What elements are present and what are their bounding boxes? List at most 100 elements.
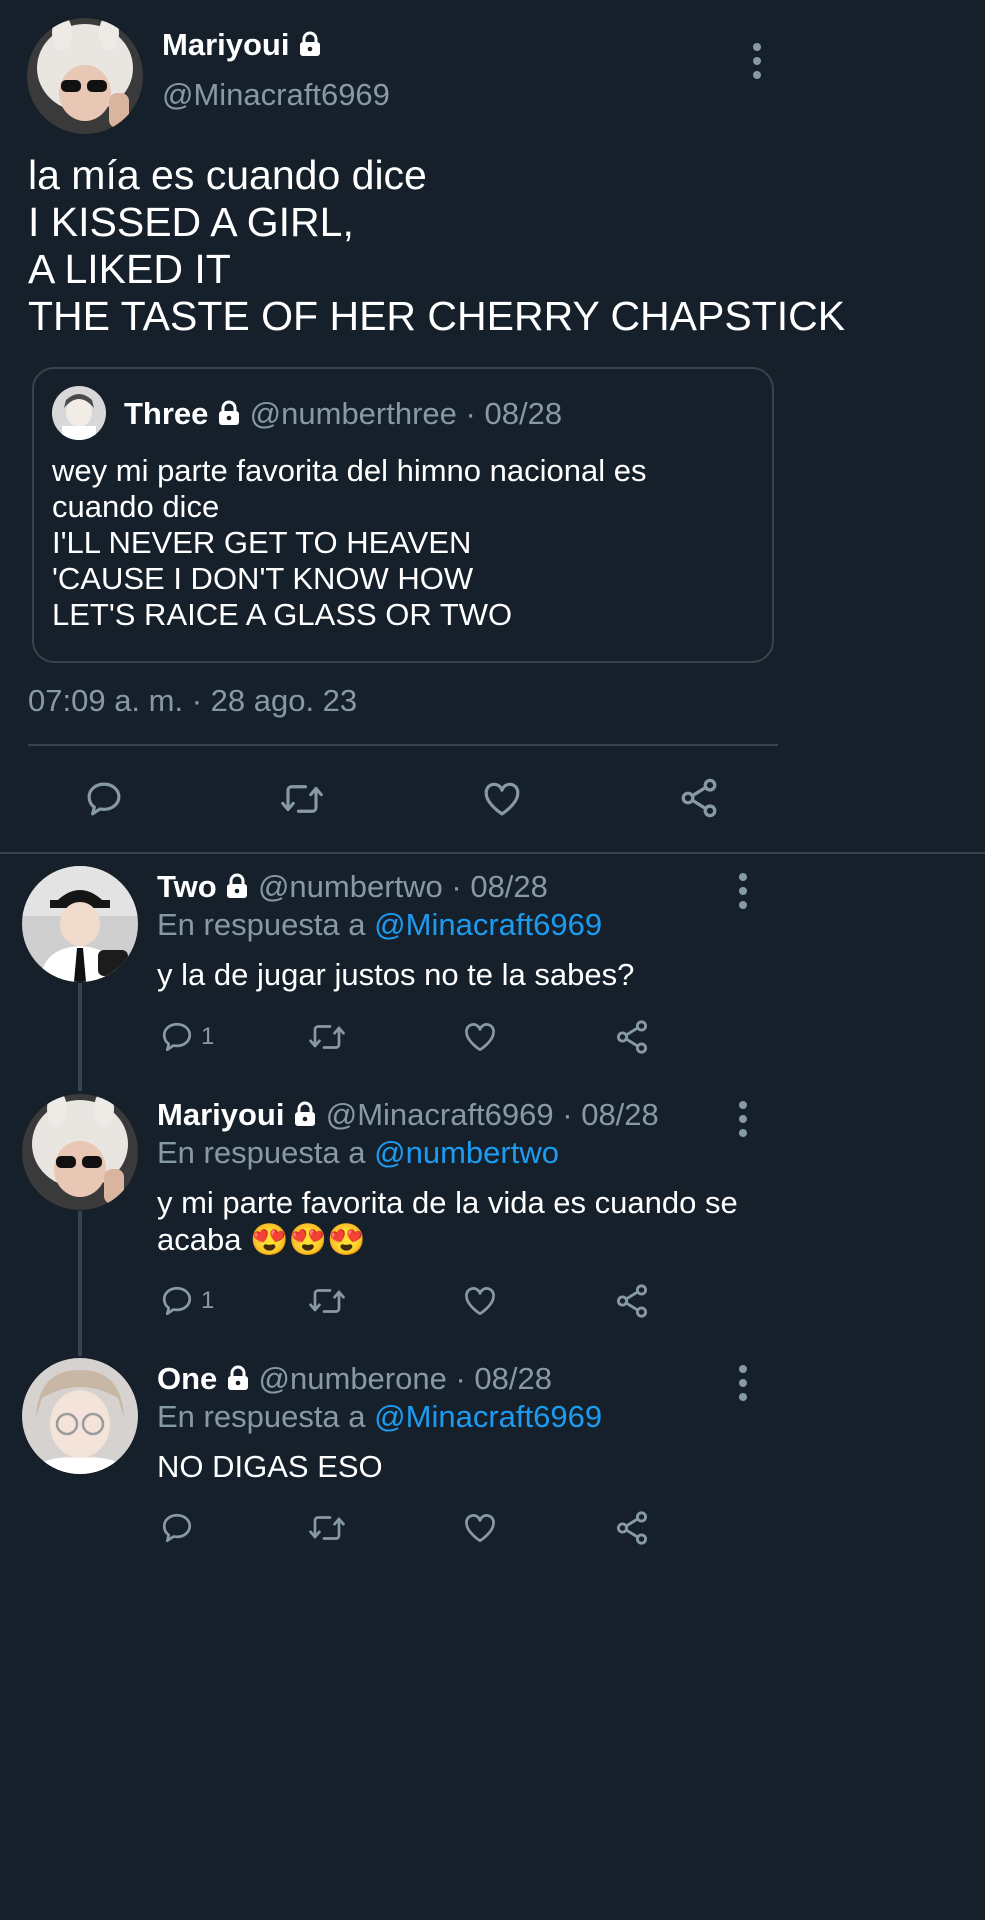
date[interactable]: · 08/28 (455, 1361, 552, 1396)
like-button[interactable] (481, 778, 523, 820)
share-icon (616, 1284, 648, 1318)
display-name[interactable]: One (157, 1361, 217, 1396)
quoted-text-line: I'LL NEVER GET TO HEAVEN (52, 525, 472, 560)
avatar[interactable] (22, 1094, 138, 1210)
more-options-icon[interactable] (737, 873, 749, 909)
reply-context: En respuesta a @numbertwo (157, 1135, 559, 1171)
lock-icon (298, 28, 322, 66)
like-button[interactable] (462, 1283, 498, 1319)
like-icon (465, 1023, 495, 1052)
like-button[interactable] (462, 1510, 498, 1546)
reply-count: 1 (201, 1023, 215, 1050)
share-button[interactable] (613, 1509, 651, 1547)
share-icon (681, 778, 717, 818)
retweet-icon (309, 1025, 345, 1049)
share-button[interactable] (613, 1282, 651, 1320)
share-icon (616, 1511, 648, 1545)
reply-text: y la de jugar justos no te la sabes? (157, 956, 634, 993)
display-name-text[interactable]: Mariyoui (162, 27, 289, 62)
reply-button[interactable] (159, 1510, 201, 1546)
retweet-button[interactable] (307, 1019, 347, 1055)
quoted-avatar (52, 386, 106, 440)
retweet-button[interactable] (279, 778, 325, 820)
reply-prefix: En respuesta a (157, 1399, 366, 1434)
reply-button[interactable]: 1 (159, 1019, 214, 1055)
share-button[interactable] (613, 1018, 651, 1056)
reply-context: En respuesta a @Minacraft6969 (157, 907, 602, 943)
timestamp[interactable]: 07:09 a. m. · 28 ago. 23 (28, 682, 357, 720)
reply-icon (162, 1022, 192, 1052)
like-button[interactable] (462, 1019, 498, 1055)
display-name[interactable]: Mariyoui (162, 26, 322, 66)
reply-icon (87, 782, 121, 816)
more-options-icon[interactable] (737, 1365, 749, 1401)
avatar[interactable] (22, 1358, 138, 1474)
like-icon (465, 1287, 495, 1316)
reply-text: y mi parte favorita de la vida es cuando… (157, 1184, 738, 1258)
emoji: 😍😍😍 (250, 1222, 366, 1257)
like-icon (465, 1514, 495, 1543)
quoted-text: wey mi parte favorita del himno nacional… (52, 453, 646, 633)
quoted-text-line: cuando dice (52, 489, 220, 524)
quoted-text-line: wey mi parte favorita del himno nacional… (52, 453, 647, 488)
lock-icon (293, 1099, 317, 1135)
more-options-icon[interactable] (751, 43, 763, 79)
reply-text-line: y la de jugar justos no te la sabes? (157, 957, 635, 992)
date[interactable]: · 08/28 (562, 1097, 659, 1132)
handle[interactable]: @numbertwo (258, 869, 443, 904)
reply-count: 1 (201, 1287, 215, 1314)
tweet-text: la mía es cuando dice I KISSED A GIRL, A… (28, 152, 845, 340)
reply-prefix: En respuesta a (157, 907, 366, 942)
tweet-text-line: A LIKED IT (28, 246, 231, 292)
quoted-handle: @numberthree (249, 396, 457, 431)
tweet-text-line: I KISSED A GIRL, (28, 199, 354, 245)
reply-text-line: y mi parte favorita de la vida es cuando… (157, 1185, 738, 1220)
tweet-text-line: la mía es cuando dice (28, 152, 427, 198)
divider (28, 744, 778, 746)
reply-button[interactable]: 1 (159, 1283, 214, 1319)
mention-link[interactable]: @Minacraft6969 (374, 907, 602, 942)
reply-text-line: NO DIGAS ESO (157, 1449, 383, 1484)
reply-text-line: acaba (157, 1222, 242, 1257)
thread-line (78, 1211, 82, 1356)
quoted-tweet[interactable]: Three @numberthree · 08/28 wey mi parte … (32, 367, 774, 663)
reply-icon (162, 1513, 192, 1543)
retweet-icon (309, 1516, 345, 1540)
thread-line (78, 983, 82, 1091)
share-icon (616, 1020, 648, 1054)
date[interactable]: · 08/28 (451, 869, 548, 904)
avatar[interactable] (22, 866, 138, 982)
mention-link[interactable]: @Minacraft6969 (374, 1399, 602, 1434)
quoted-date: · 08/28 (465, 396, 563, 431)
reply-icon (162, 1286, 192, 1316)
mention-link[interactable]: @numbertwo (374, 1135, 559, 1170)
retweet-icon (281, 785, 323, 813)
reply-text-line-with-emoji: acaba 😍😍😍 (157, 1221, 738, 1258)
handle[interactable]: @Minacraft6969 (162, 76, 390, 114)
reply-button[interactable] (83, 778, 125, 820)
reply-text: NO DIGAS ESO (157, 1448, 383, 1485)
reply-header: Mariyoui @Minacraft6969 · 08/28 (157, 1097, 659, 1135)
quoted-text-line: 'CAUSE I DON'T KNOW HOW (52, 561, 474, 596)
share-button[interactable] (677, 776, 721, 820)
display-name[interactable]: Two (157, 869, 217, 904)
retweet-button[interactable] (307, 1510, 347, 1546)
section-divider (0, 852, 985, 854)
lock-icon (226, 1363, 250, 1399)
handle[interactable]: @Minacraft6969 (326, 1097, 554, 1132)
handle[interactable]: @numberone (259, 1361, 447, 1396)
quoted-display-name: Three (124, 396, 209, 431)
tweet-text-line: THE TASTE OF HER CHERRY CHAPSTICK (28, 293, 846, 339)
reply-header: Two @numbertwo · 08/28 (157, 869, 548, 907)
reply-header: One @numberone · 08/28 (157, 1361, 552, 1399)
avatar[interactable] (27, 18, 143, 134)
quoted-text-line: LET'S RAICE A GLASS OR TWO (52, 597, 513, 632)
reply-context: En respuesta a @Minacraft6969 (157, 1399, 602, 1435)
more-options-icon[interactable] (737, 1101, 749, 1137)
retweet-button[interactable] (307, 1283, 347, 1319)
lock-icon (225, 871, 249, 907)
display-name[interactable]: Mariyoui (157, 1097, 284, 1132)
reply-prefix: En respuesta a (157, 1135, 366, 1170)
lock-icon (217, 398, 241, 434)
quoted-header: Three @numberthree · 08/28 (124, 396, 562, 434)
